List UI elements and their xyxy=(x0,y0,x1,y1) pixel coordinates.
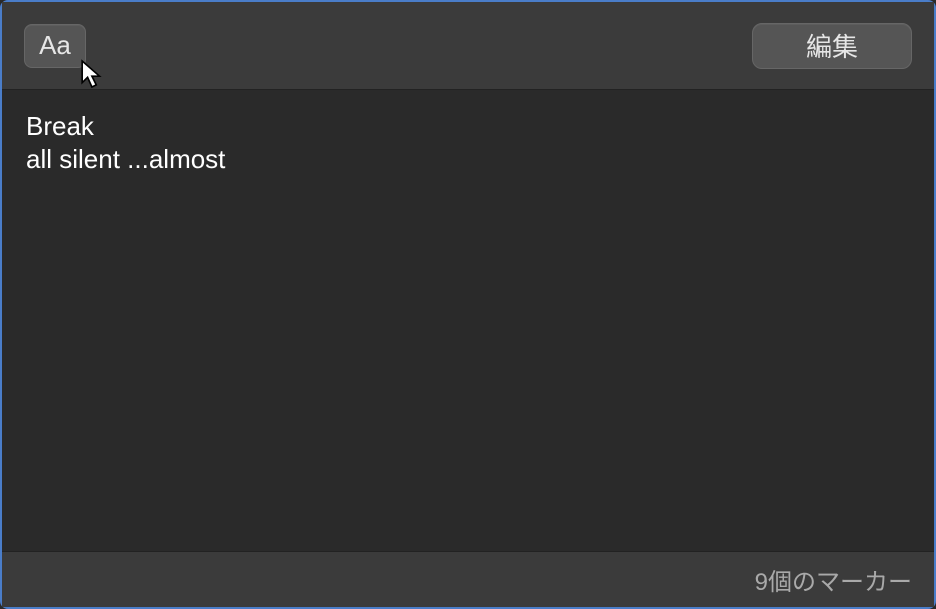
font-style-label: Aa xyxy=(39,30,71,61)
content-area: Break all silent ...almost xyxy=(2,90,934,551)
marker-count-text: 9個のマーカー xyxy=(755,562,912,597)
edit-button-label: 編集 xyxy=(806,27,858,64)
toolbar: Aa 編集 xyxy=(2,2,934,90)
content-line-2: all silent ...almost xyxy=(26,143,910,176)
font-style-button[interactable]: Aa xyxy=(24,24,86,68)
edit-button[interactable]: 編集 xyxy=(752,23,912,69)
status-bar: 9個のマーカー xyxy=(2,551,934,607)
content-line-1: Break xyxy=(26,110,910,143)
